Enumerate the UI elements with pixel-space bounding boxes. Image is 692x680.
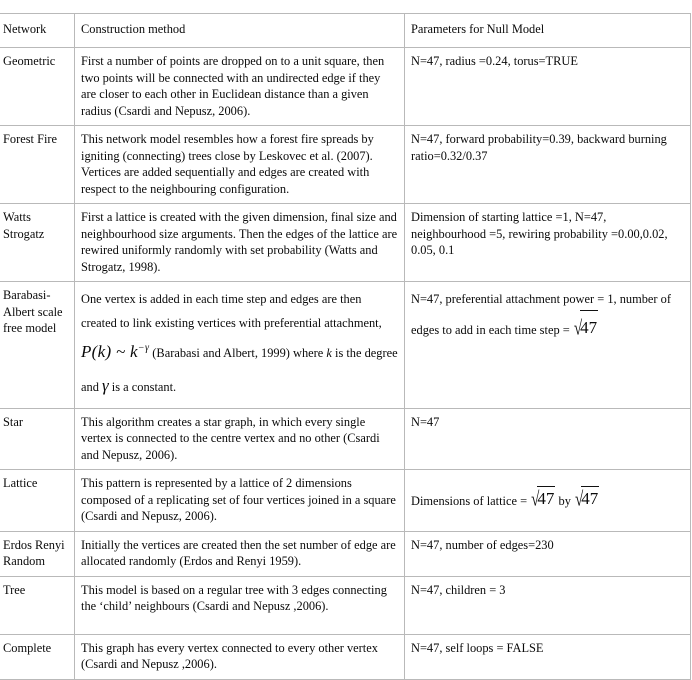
cell-network-name: Barabasi-Albert scale free model (0, 281, 75, 409)
table-row: Barabasi-Albert scale free model One ver… (0, 281, 691, 409)
cell-parameters: N=47, radius =0.24, torus=TRUE (404, 47, 691, 126)
cell-parameters: Dimension of starting lattice =1, N=47, … (404, 203, 691, 282)
parameters-text-mid: by (555, 494, 574, 509)
table-row: Tree This model is based on a regular tr… (0, 575, 691, 635)
network-models-table-container: Network Construction method Parameters f… (0, 13, 692, 680)
formula-exponent: −γ (137, 342, 150, 354)
cell-network-name: Complete (0, 633, 75, 680)
table-row: Star This algorithm creates a star graph… (0, 407, 691, 471)
column-header-network: Network (0, 13, 75, 48)
formula-base: P(k) ~ k (81, 342, 138, 362)
column-header-construction-method: Construction method (74, 13, 405, 48)
square-root-expression-2: √47 (574, 486, 600, 512)
cell-parameters: N=47, self loops = FALSE (404, 633, 691, 680)
cell-construction-method: One vertex is added in each time step an… (74, 281, 405, 409)
radicand: 47 (580, 310, 599, 344)
method-text-part-4: is a constant. (108, 379, 177, 394)
cell-parameters: N=47 (404, 407, 691, 471)
cell-construction-method: This algorithm creates a star graph, in … (74, 407, 405, 471)
cell-network-name: Tree (0, 575, 75, 635)
table-row: Complete This graph has every vertex con… (0, 633, 691, 680)
table-row: Forest Fire This network model resembles… (0, 125, 691, 204)
cell-network-name: Erdos Renyi Random (0, 530, 75, 577)
cell-parameters: N=47, number of edges=230 (404, 530, 691, 577)
cell-parameters: N=47, forward probability=0.39, backward… (404, 125, 691, 204)
cell-network-name: Star (0, 407, 75, 471)
radicand: 47 (537, 486, 556, 511)
lattice-dimensions-expression: Dimensions of lattice = √47 by √47 (411, 486, 600, 511)
method-text-part-2: (Barabasi and Albert, 1999) where (149, 346, 327, 361)
radicand: 47 (581, 486, 600, 511)
cell-construction-method: This model is based on a regular tree wi… (74, 575, 405, 635)
cell-construction-method: This pattern is represented by a lattice… (74, 469, 405, 532)
cell-network-name: Geometric (0, 47, 75, 126)
cell-construction-method: This network model resembles how a fores… (74, 125, 405, 204)
table-row: Watts Strogatz First a lattice is create… (0, 203, 691, 282)
table-row: Lattice This pattern is represented by a… (0, 469, 691, 532)
network-models-table: Network Construction method Parameters f… (0, 13, 691, 680)
cell-parameters: N=47, preferential attachment power = 1,… (404, 281, 691, 409)
cell-network-name: Watts Strogatz (0, 203, 75, 282)
variable-gamma: γ (102, 375, 109, 395)
cell-network-name: Lattice (0, 469, 75, 532)
cell-parameters: N=47, children = 3 (404, 575, 691, 635)
parameters-text: Dimensions of lattice = (411, 494, 531, 509)
method-text-part-1: One vertex is added in each time step an… (81, 292, 382, 331)
table-row: Erdos Renyi Random Initially the vertice… (0, 530, 691, 577)
cell-parameters: Dimensions of lattice = √47 by √47 (404, 469, 691, 532)
table-row: Geometric First a number of points are d… (0, 47, 691, 126)
cell-construction-method: Initially the vertices are created then … (74, 530, 405, 577)
power-law-formula: P(k) ~ k−γ (81, 342, 149, 361)
parameters-text: N=47, preferential attachment power = 1,… (411, 292, 671, 338)
column-header-parameters: Parameters for Null Model (404, 13, 691, 48)
square-root-expression-1: √47 (530, 486, 556, 512)
table-header-row: Network Construction method Parameters f… (0, 13, 691, 48)
square-root-expression: √47 (573, 310, 599, 345)
cell-construction-method: First a number of points are dropped on … (74, 47, 405, 126)
cell-construction-method: This graph has every vertex connected to… (74, 633, 405, 680)
cell-network-name: Forest Fire (0, 125, 75, 204)
cell-construction-method: First a lattice is created with the give… (74, 203, 405, 282)
